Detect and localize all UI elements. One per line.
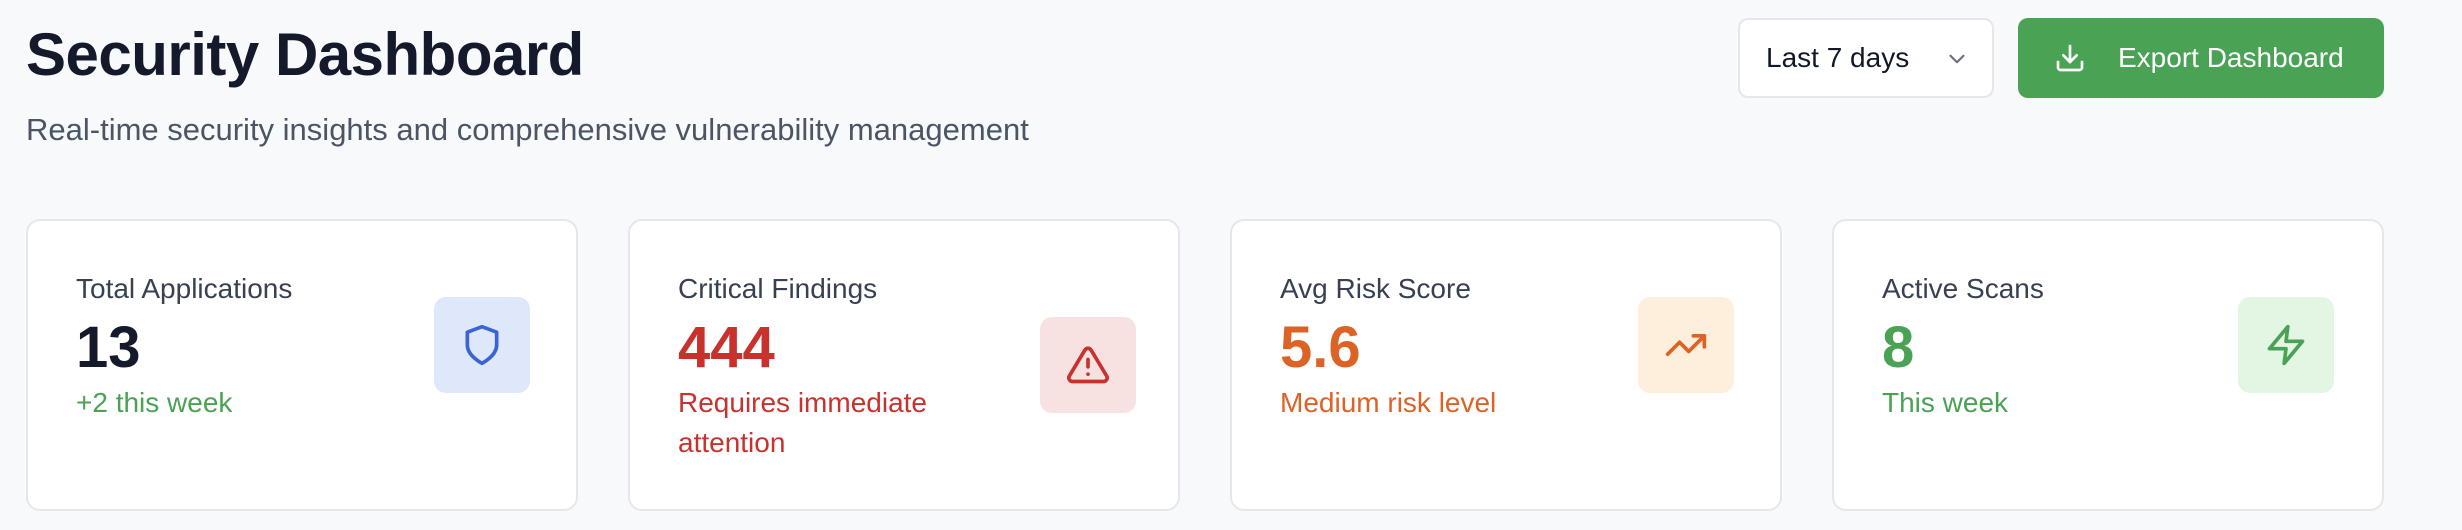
shield-icon <box>465 324 499 366</box>
stat-card-label: Active Scans <box>1882 273 2044 304</box>
chevron-down-icon <box>1949 54 1965 64</box>
stat-card-badge <box>2238 297 2334 393</box>
stat-card-value: 444 <box>678 315 775 380</box>
stat-card-total-applications: Total Applications 13 +2 this week <box>26 219 578 511</box>
stat-card-label: Critical Findings <box>678 273 878 304</box>
stat-card-label: Avg Risk Score <box>1280 273 1471 304</box>
stat-card-value: 13 <box>76 315 141 380</box>
export-dashboard-button[interactable]: Export Dashboard <box>2018 18 2384 98</box>
date-range-value: Last 7 days <box>1766 42 1910 73</box>
security-dashboard-page: Security Dashboard Real-time security in… <box>0 0 2462 530</box>
stat-card-note: +2 this week <box>76 387 233 418</box>
date-range-select[interactable]: Last 7 days <box>1738 18 1994 98</box>
stat-card-critical-findings: Critical Findings 444 Requires immediate… <box>628 219 1180 511</box>
stat-card-active-scans: Active Scans 8 This week <box>1832 219 2384 511</box>
stat-card-value: 8 <box>1882 315 1915 380</box>
export-dashboard-label: Export Dashboard <box>2118 42 2344 73</box>
stat-card-badge <box>1040 317 1136 413</box>
stat-card-note: Requires immediate attention <box>678 387 927 458</box>
stat-card-avg-risk-score: Avg Risk Score 5.6 Medium risk level <box>1230 219 1782 511</box>
stat-card-badge <box>1638 297 1734 393</box>
alert-triangle-icon <box>1067 346 1109 384</box>
lightning-icon <box>2267 324 2305 366</box>
stat-card-badge <box>434 297 530 393</box>
stat-card-label: Total Applications <box>76 273 293 304</box>
page-subtitle: Real-time security insights and comprehe… <box>26 112 1029 147</box>
download-icon <box>2056 44 2084 72</box>
stat-card-note: This week <box>1882 387 2009 418</box>
page-title: Security Dashboard <box>26 21 584 88</box>
trending-up-icon <box>1665 334 1707 356</box>
stat-card-note: Medium risk level <box>1280 387 1497 418</box>
stat-card-value: 5.6 <box>1280 315 1361 380</box>
